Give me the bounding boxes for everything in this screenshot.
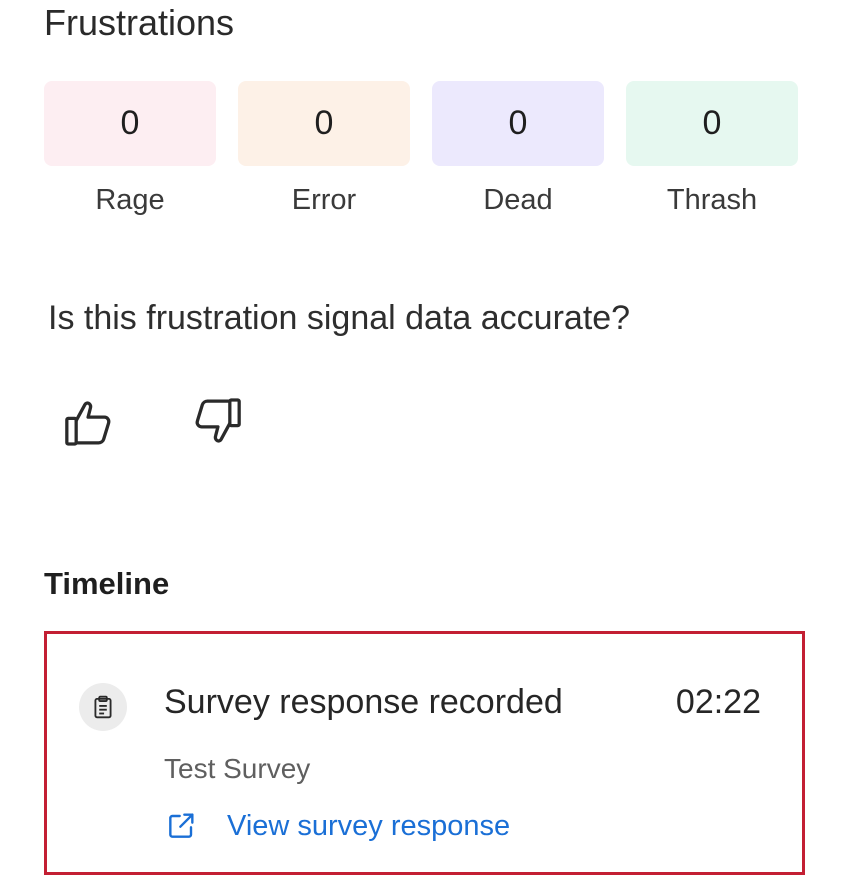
event-title: Survey response recorded [164, 683, 563, 721]
view-survey-response-link[interactable]: View survey response [165, 807, 510, 845]
rage-count: 0 [44, 81, 216, 166]
stat-dead: 0 Dead [432, 81, 604, 217]
rage-label: Rage [95, 184, 165, 216]
thrash-count: 0 [626, 81, 798, 166]
dead-count: 0 [432, 81, 604, 166]
view-survey-response-label: View survey response [227, 810, 511, 842]
event-timestamp: 02:22 [675, 683, 761, 721]
stat-rage: 0 Rage [44, 81, 216, 217]
stat-error: 0 Error [238, 81, 410, 217]
error-count: 0 [238, 81, 410, 166]
event-icon-container [79, 683, 127, 731]
event-survey-name: Test Survey [164, 753, 311, 784]
thumbs-up-button[interactable] [59, 393, 119, 453]
timeline-event-card[interactable]: Survey response recorded 02:22 Test Surv… [44, 631, 805, 875]
thumbs-up-icon [65, 401, 111, 446]
feedback-question: Is this frustration signal data accurate… [48, 299, 631, 337]
dead-label: Dead [483, 184, 553, 216]
thumbs-down-button[interactable] [187, 391, 247, 451]
timeline-title: Timeline [44, 566, 170, 601]
stat-thrash: 0 Thrash [626, 81, 798, 217]
thrash-label: Thrash [666, 184, 758, 216]
error-label: Error [291, 184, 357, 216]
frustrations-title: Frustrations [44, 2, 235, 43]
clipboard-icon [94, 695, 112, 719]
thumbs-down-icon [195, 398, 241, 443]
external-link-icon [165, 809, 199, 843]
